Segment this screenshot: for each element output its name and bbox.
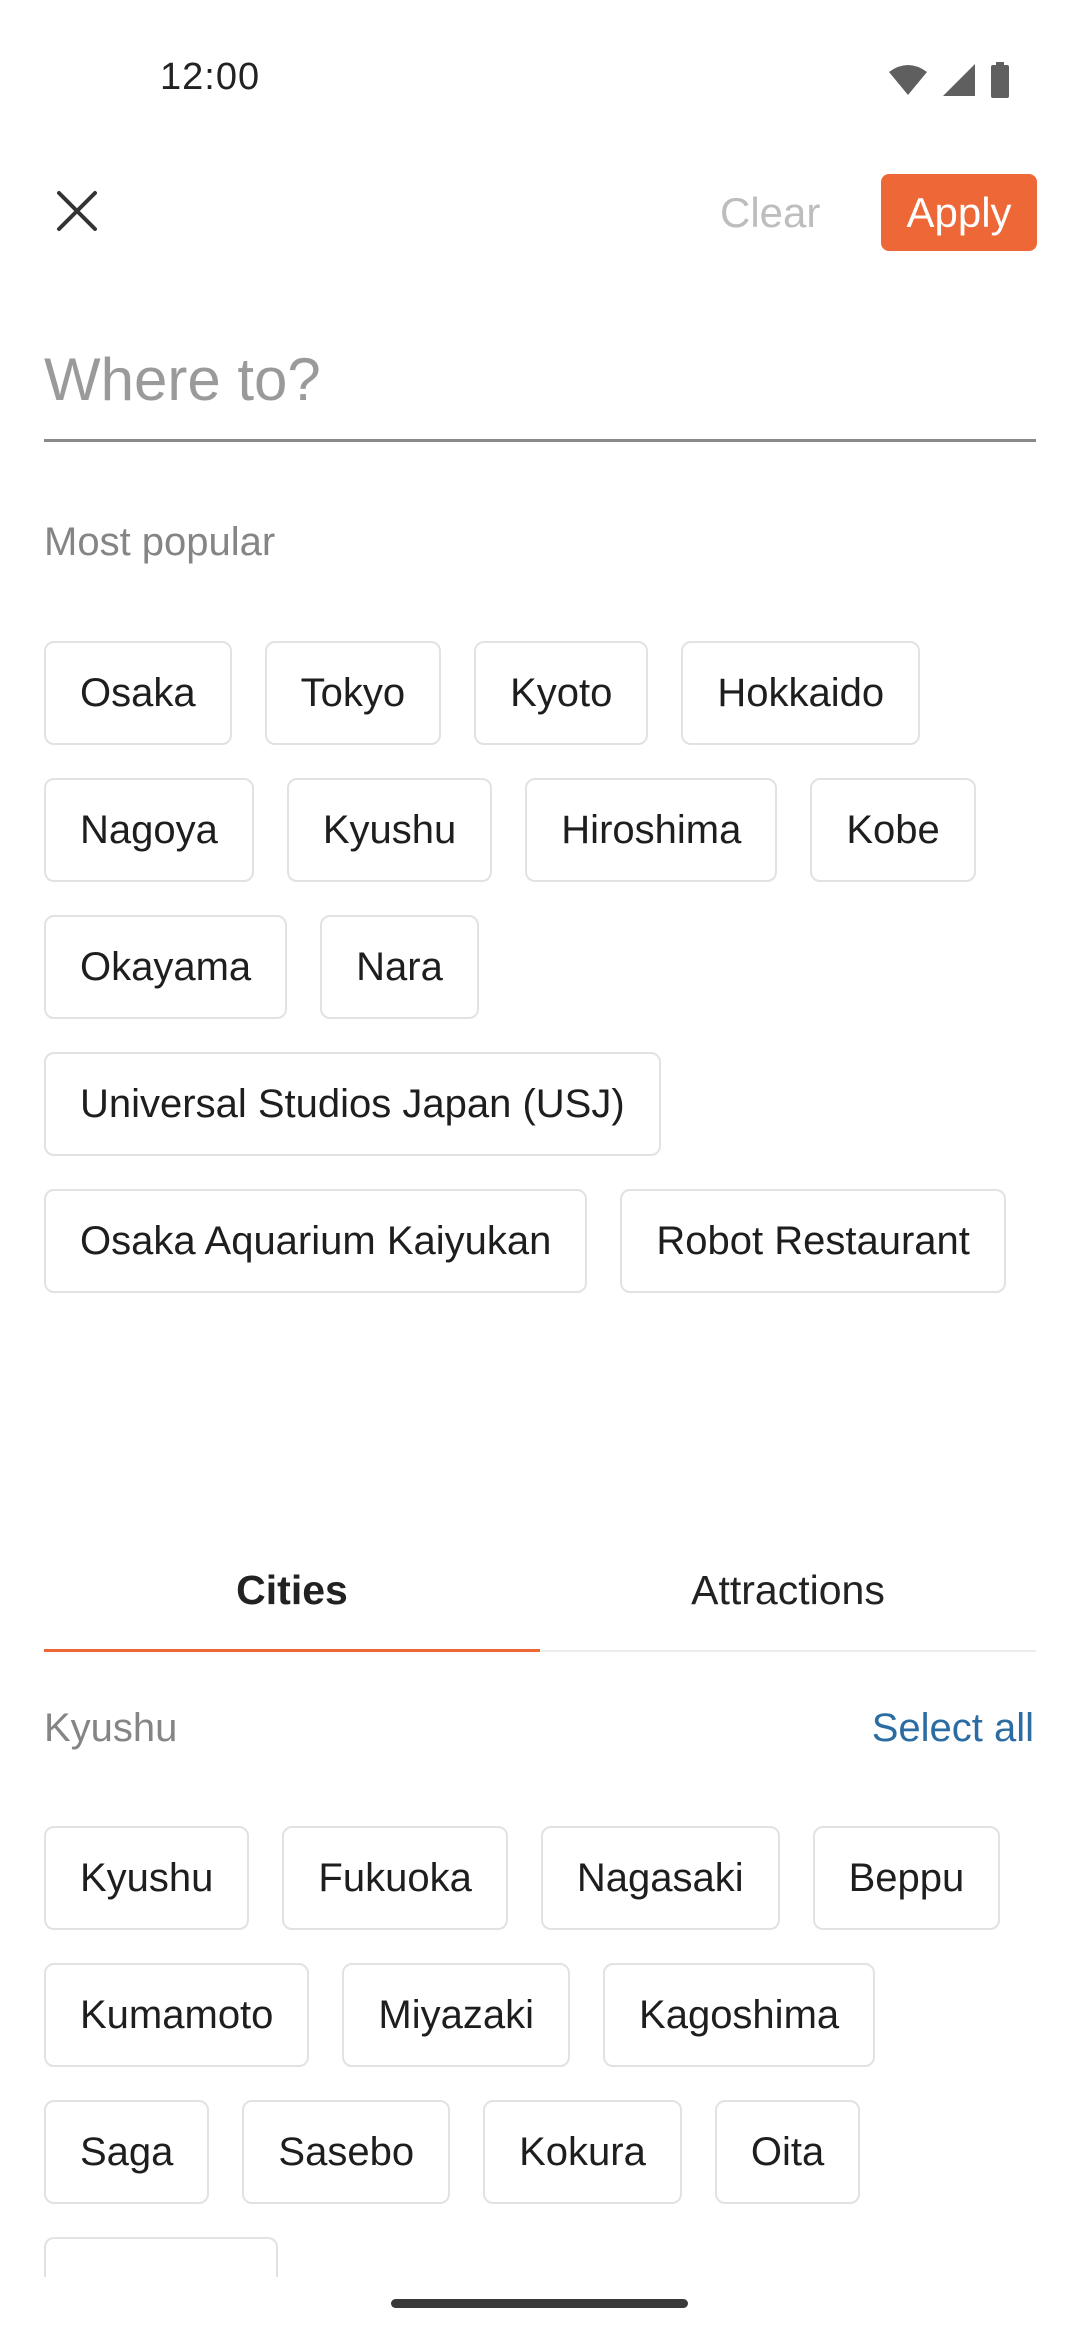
signal-icon: [942, 63, 976, 102]
popular-chip-nagoya[interactable]: Nagoya: [44, 778, 254, 882]
city-chip-fukuoka[interactable]: Fukuoka: [282, 1826, 508, 1930]
tab-attractions[interactable]: Attractions: [540, 1530, 1036, 1650]
region-label: Kyushu: [44, 1706, 178, 1750]
clear-button[interactable]: Clear: [720, 182, 820, 244]
category-tabs: Cities Attractions: [44, 1530, 1036, 1652]
city-chip-oita[interactable]: Oita: [714, 2100, 861, 2204]
popular-chip-osaka[interactable]: Osaka: [44, 641, 232, 745]
popular-chip-usj[interactable]: Universal Studios Japan (USJ): [44, 1052, 661, 1156]
close-button[interactable]: [46, 182, 108, 244]
city-chip-group: Kyushu Fukuoka Nagasaki Beppu Kumamoto M…: [44, 1826, 1054, 2204]
popular-chip-group: Osaka Tokyo Kyoto Hokkaido Nagoya Kyushu…: [44, 641, 1054, 1293]
city-chip-miyazaki[interactable]: Miyazaki: [342, 1963, 571, 2067]
city-chip-kagoshima[interactable]: Kagoshima: [603, 1963, 876, 2067]
city-chip-kumamoto[interactable]: Kumamoto: [44, 1963, 310, 2067]
popular-chip-kyoto[interactable]: Kyoto: [474, 641, 649, 745]
city-chip-beppu[interactable]: Beppu: [812, 1826, 1001, 1930]
status-icons: [888, 62, 1010, 103]
city-chip-sasebo[interactable]: Sasebo: [242, 2100, 451, 2204]
tab-cities[interactable]: Cities: [44, 1530, 540, 1652]
popular-chip-tokyo[interactable]: Tokyo: [264, 641, 442, 745]
home-indicator[interactable]: [391, 2299, 688, 2308]
wifi-icon: [888, 64, 928, 101]
most-popular-label: Most popular: [44, 520, 276, 564]
destination-search-input[interactable]: [44, 320, 1036, 442]
select-all-link[interactable]: Select all: [872, 1706, 1034, 1751]
city-chip-kokura[interactable]: Kokura: [483, 2100, 682, 2204]
status-bar: 12:00: [0, 0, 1080, 160]
popular-chip-osaka-aquarium[interactable]: Osaka Aquarium Kaiyukan: [44, 1189, 588, 1293]
partially-visible-chip[interactable]: [44, 2237, 278, 2277]
popular-chip-robot-restaurant[interactable]: Robot Restaurant: [620, 1189, 1006, 1293]
popular-chip-okayama[interactable]: Okayama: [44, 915, 288, 1019]
popular-chip-kyushu[interactable]: Kyushu: [286, 778, 493, 882]
popular-chip-nara[interactable]: Nara: [320, 915, 479, 1019]
city-chip-saga[interactable]: Saga: [44, 2100, 210, 2204]
status-time: 12:00: [160, 56, 261, 98]
city-chip-kyushu[interactable]: Kyushu: [44, 1826, 250, 1930]
popular-chip-kobe[interactable]: Kobe: [810, 778, 976, 882]
battery-icon: [990, 62, 1010, 103]
popular-chip-hokkaido[interactable]: Hokkaido: [681, 641, 921, 745]
popular-chip-hiroshima[interactable]: Hiroshima: [525, 778, 778, 882]
close-icon: [56, 190, 98, 237]
apply-button[interactable]: Apply: [881, 174, 1037, 251]
city-chip-nagasaki[interactable]: Nagasaki: [540, 1826, 780, 1930]
